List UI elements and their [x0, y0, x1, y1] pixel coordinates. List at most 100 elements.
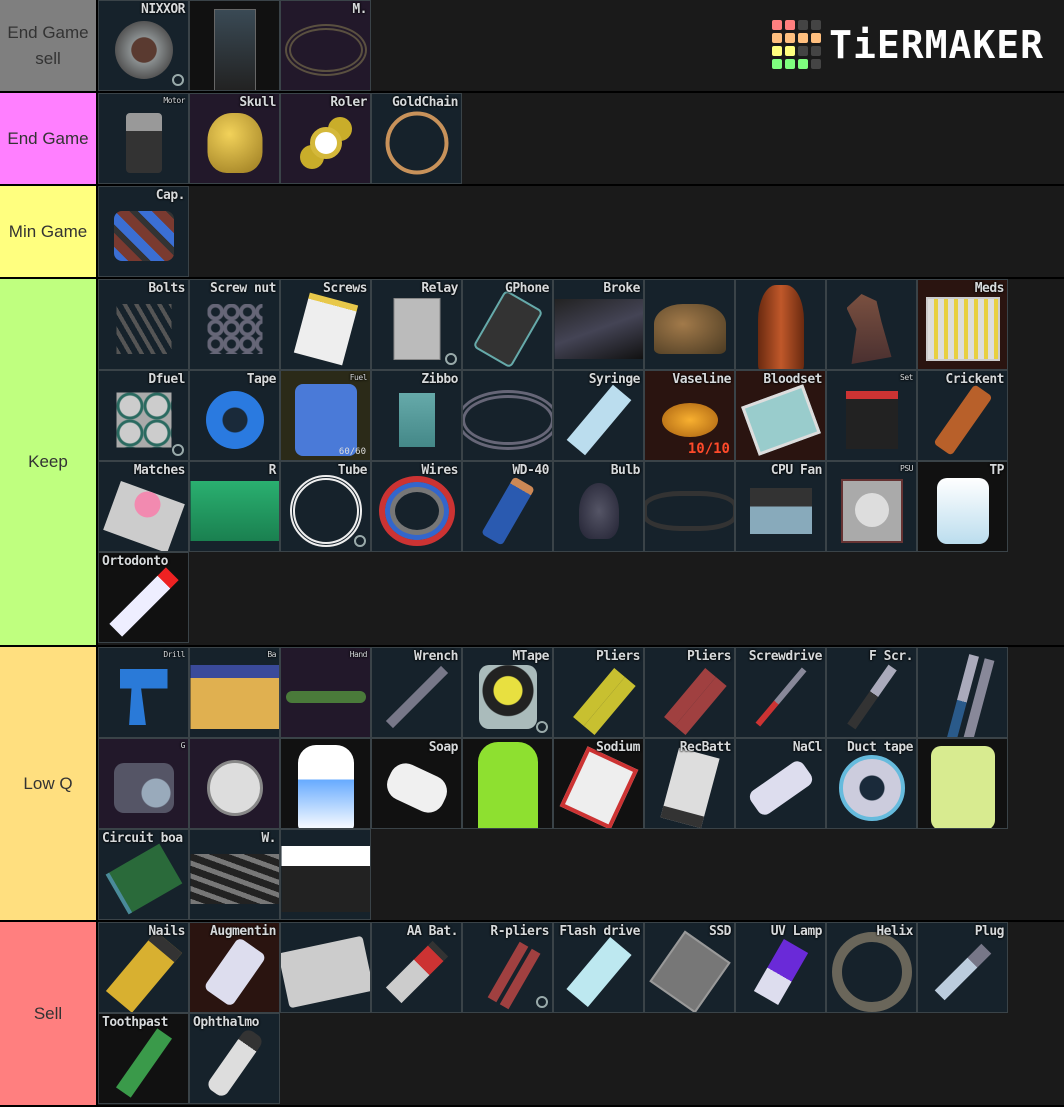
tier-item[interactable]: Sodium — [553, 738, 644, 829]
tier-item[interactable] — [917, 647, 1008, 738]
tier-item[interactable]: Soap — [371, 738, 462, 829]
tier-item[interactable]: AA Bat. — [371, 922, 462, 1013]
tier-item[interactable]: SSD — [644, 922, 735, 1013]
tier-item[interactable]: NaCl — [735, 738, 826, 829]
tier-item[interactable]: Motor — [98, 93, 189, 184]
item-label: Tube — [337, 463, 368, 478]
tier-item[interactable]: Set — [826, 370, 917, 461]
tier-item[interactable]: Ba — [189, 647, 280, 738]
tier-label[interactable]: Keep — [0, 279, 98, 645]
item-label: Duct tape — [847, 740, 913, 755]
uvlamp-icon — [753, 938, 808, 1005]
tier-item[interactable]: Relay — [371, 279, 462, 370]
tier-item[interactable]: Plug — [917, 922, 1008, 1013]
tier-label[interactable]: Sell — [0, 922, 98, 1105]
tier-item[interactable]: Syringe — [553, 370, 644, 461]
tier-item[interactable]: MTape — [462, 647, 553, 738]
tier-item[interactable]: Vaseline 10/10 — [644, 370, 735, 461]
tier-item[interactable]: Tape — [189, 370, 280, 461]
tier-item[interactable]: Circuit boa — [98, 829, 189, 920]
tier-item[interactable]: Toothpast — [98, 1013, 189, 1104]
tier-items: Nails Augmentin AA Bat. R-pliers Flash drive… — [98, 922, 1064, 1105]
tier-item[interactable]: GPhone — [462, 279, 553, 370]
tier-item[interactable]: Crickent — [917, 370, 1008, 461]
tier-item[interactable]: Wires — [371, 461, 462, 552]
tier-item[interactable]: RecBatt — [644, 738, 735, 829]
tier-item[interactable]: Bloodset — [735, 370, 826, 461]
item-label: Ba — [267, 650, 276, 659]
tier-item[interactable]: Meds — [917, 279, 1008, 370]
tier-item[interactable]: Augmentin — [189, 922, 280, 1013]
tier-item[interactable] — [735, 279, 826, 370]
tier-item[interactable]: Bulb — [553, 461, 644, 552]
tier-item[interactable]: Screwdrive — [735, 647, 826, 738]
item-label: Motor — [163, 96, 185, 105]
tier-item[interactable]: GoldChain — [371, 93, 462, 184]
tier-item[interactable]: Pliers — [553, 647, 644, 738]
tier-item[interactable]: Roler — [280, 93, 371, 184]
tier-item[interactable]: Helix — [826, 922, 917, 1013]
tier-item[interactable]: CPU Fan — [735, 461, 826, 552]
tier-item[interactable]: R — [189, 461, 280, 552]
tier-item[interactable] — [280, 829, 371, 920]
tier-item[interactable] — [462, 738, 553, 829]
tier-item[interactable]: Hand — [280, 647, 371, 738]
tier-label[interactable]: Low Q — [0, 647, 98, 920]
tier-item[interactable] — [644, 461, 735, 552]
item-label: Sodium — [596, 740, 640, 755]
tier-item[interactable] — [917, 738, 1008, 829]
tier-label[interactable]: End Game — [0, 93, 98, 184]
wd40-icon — [480, 476, 535, 546]
tier-item[interactable] — [280, 922, 371, 1013]
tier-item[interactable]: WD-40 — [462, 461, 553, 552]
tier-item[interactable]: Skull — [189, 93, 280, 184]
item-label: Wires — [421, 463, 458, 478]
tier-item[interactable]: W. — [189, 829, 280, 920]
tier-item[interactable]: Ophthalmo — [189, 1013, 280, 1104]
tier-item[interactable]: TP — [917, 461, 1008, 552]
tier-item[interactable]: NIXXOR — [98, 0, 189, 91]
tier-row: Low Q Drill Ba Hand Wrench MTape Pliers Pliers S… — [0, 647, 1064, 922]
item-label: Roler — [330, 95, 367, 110]
tier-item[interactable]: Dfuel — [98, 370, 189, 461]
tier-item[interactable]: Bolts — [98, 279, 189, 370]
cable-icon — [645, 490, 734, 531]
tier-item[interactable]: Nails — [98, 922, 189, 1013]
tier-item[interactable] — [826, 279, 917, 370]
tier-item[interactable]: Cap. — [98, 186, 189, 277]
tier-item[interactable] — [189, 738, 280, 829]
tier-item[interactable]: M. — [280, 0, 371, 91]
jug-icon — [297, 744, 354, 828]
item-label: Syringe — [588, 372, 641, 387]
tier-item[interactable] — [189, 0, 280, 91]
tier-item[interactable]: G — [98, 738, 189, 829]
coil-icon — [284, 23, 367, 76]
tier-item[interactable]: Screw nut — [189, 279, 280, 370]
tier-item[interactable]: PSU — [826, 461, 917, 552]
tier-item[interactable]: Broke — [553, 279, 644, 370]
tier-item[interactable]: UV Lamp — [735, 922, 826, 1013]
tier-item[interactable] — [644, 279, 735, 370]
tier-item[interactable]: Pliers — [644, 647, 735, 738]
tier-list: End Game sell NIXXOR M. End Game Motor Skull R… — [0, 0, 1064, 1107]
relay-icon — [393, 297, 440, 360]
found-in-raid-check-icon — [536, 996, 548, 1008]
tier-label[interactable]: Min Game — [0, 186, 98, 277]
tier-item[interactable]: Duct tape — [826, 738, 917, 829]
tier-item[interactable]: Flash drive — [553, 922, 644, 1013]
tier-item[interactable]: Zibbo — [371, 370, 462, 461]
tier-item[interactable]: Tube — [280, 461, 371, 552]
tier-item[interactable]: Drill — [98, 647, 189, 738]
tiermaker-logo[interactable]: TiERMAKER — [772, 20, 1044, 69]
tier-item[interactable]: Ortodonto — [98, 552, 189, 643]
tier-item[interactable]: Fuel 60/60 — [280, 370, 371, 461]
tier-item[interactable]: Wrench — [371, 647, 462, 738]
tier-label[interactable]: End Game sell — [0, 0, 98, 91]
tier-item[interactable]: Screws — [280, 279, 371, 370]
tier-item[interactable]: F Scr. — [826, 647, 917, 738]
tier-item[interactable] — [280, 738, 371, 829]
tier-item[interactable]: R-pliers — [462, 922, 553, 1013]
logo-grid-cell — [785, 59, 796, 69]
tier-item[interactable] — [462, 370, 553, 461]
tier-item[interactable]: Matches — [98, 461, 189, 552]
